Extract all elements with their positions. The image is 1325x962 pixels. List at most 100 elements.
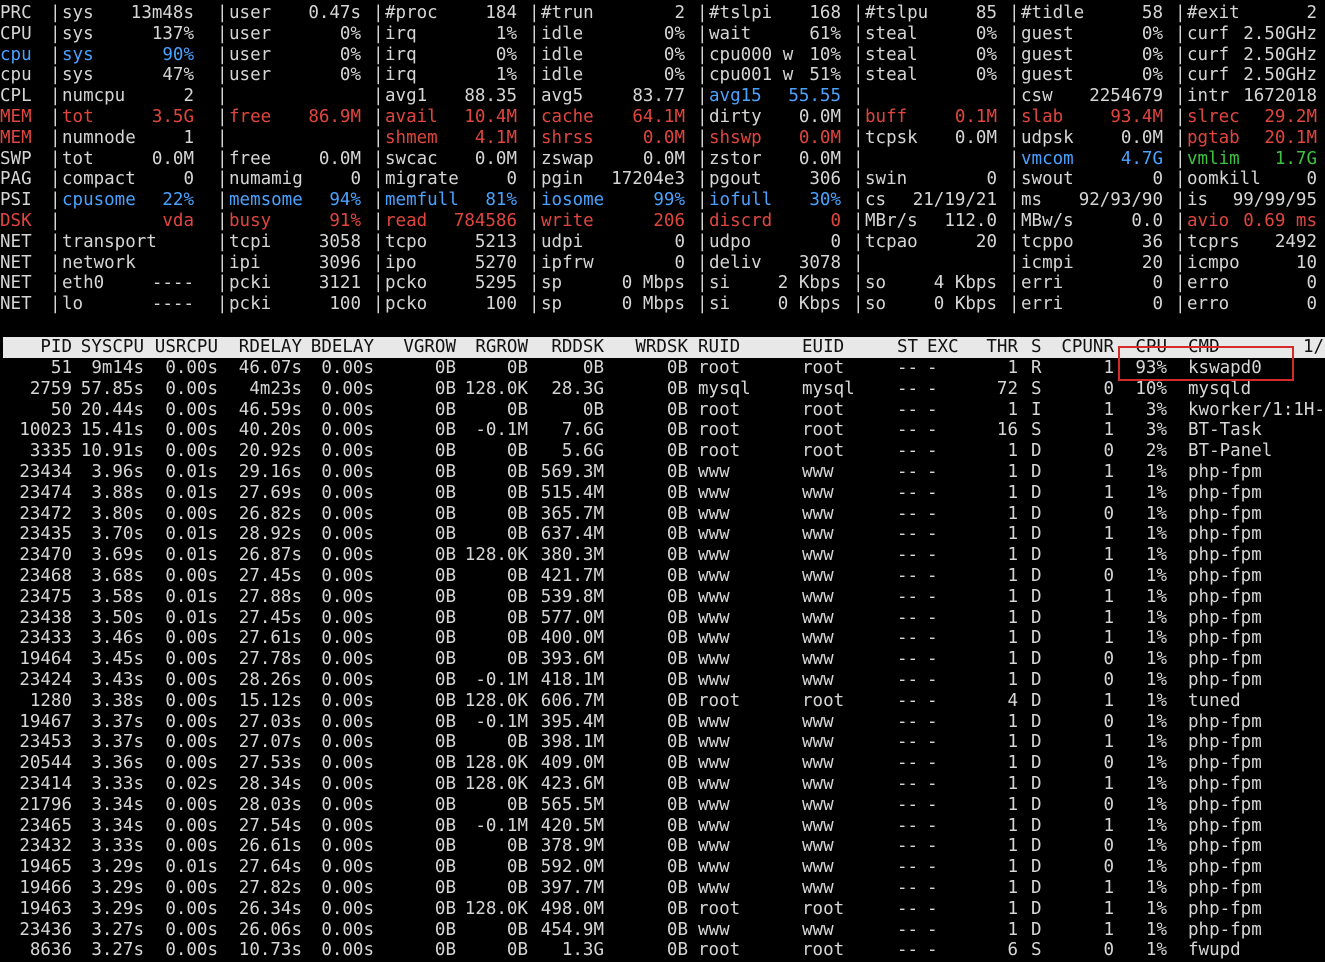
process-cpu: 10%: [1135, 378, 1167, 399]
process-row[interactable]: 10023 15.41s 0.00s 40.20s 0.00s 0B -0.1M 7.6G 0B…: [0, 420, 1325, 441]
process-ruid: www: [698, 649, 730, 670]
metric-cell: | swcac 0.0M: [373, 149, 525, 170]
process-ruid: www: [698, 753, 730, 774]
metric-value: 0: [1152, 169, 1163, 190]
process-row[interactable]: 23468 3.68s 0.00s 27.45s 0.00s 0B 0B 421.7M 0B ww…: [0, 566, 1325, 587]
process-cmd: php-fpm: [1188, 628, 1262, 649]
process-row[interactable]: 23474 3.88s 0.01s 27.69s 0.00s 0B 0B 515.4M 0B ww…: [0, 483, 1325, 504]
process-row[interactable]: 23424 3.43s 0.00s 28.26s 0.00s 0B -0.1M 418.1M 0…: [0, 670, 1325, 691]
metric-value: 0.0M: [1120, 127, 1163, 148]
process-row[interactable]: 21796 3.34s 0.00s 28.03s 0.00s 0B 0B 565.5M 0B ww…: [0, 795, 1325, 816]
metric-cell: | pcko 5295: [373, 273, 525, 294]
column-separator: |: [50, 252, 61, 273]
metric-value: vda: [162, 211, 194, 231]
metric-value: 306: [809, 169, 841, 190]
process-row[interactable]: 23453 3.37s 0.00s 27.07s 0.00s 0B 0B 398.1M 0B ww…: [0, 732, 1325, 753]
process-row[interactable]: 23435 3.70s 0.01s 28.92s 0.00s 0B 0B 637.4M 0B ww…: [0, 524, 1325, 545]
process-wrdsk: 0B: [666, 857, 688, 878]
column-header-wrdsk[interactable]: WRDSK: [488, 337, 688, 358]
process-cpu: 1%: [1145, 649, 1167, 670]
process-ruid: root: [698, 358, 741, 378]
process-row[interactable]: 8636 3.27s 0.00s 10.73s 0.00s 0B 0B 1.3G 0B root r…: [0, 940, 1325, 961]
process-row[interactable]: 19463 3.29s 0.00s 26.34s 0.00s 0B 128.0K 498.0M…: [0, 899, 1325, 920]
metric-value: 0%: [339, 44, 361, 65]
metric-cell: | memfull 81%: [373, 190, 525, 211]
metric-value: 0 Mbps: [621, 273, 685, 294]
process-ruid: www: [698, 836, 730, 857]
process-wrdsk: 0B: [666, 794, 688, 815]
metric-value: 168: [809, 3, 841, 23]
process-row[interactable]: 23432 3.33s 0.00s 26.61s 0.00s 0B 0B 378.9M 0B ww…: [0, 836, 1325, 857]
metric-value: 0.47s: [308, 3, 361, 23]
metric-cell: | erri 0: [1009, 294, 1171, 315]
metric-cell: | tcprs 2492: [1175, 232, 1325, 253]
metric-cell: | #tslpi 168: [697, 3, 849, 24]
process-row[interactable]: 23475 3.58s 0.01s 27.88s 0.00s 0B 0B 539.8M 0B ww…: [0, 587, 1325, 608]
system-row-label: NET: [0, 294, 32, 315]
metric-cell: | idle 0%: [529, 24, 693, 45]
process-wrdsk: 0B: [666, 732, 688, 753]
process-cmd: php-fpm: [1188, 794, 1262, 815]
process-cpu: 1%: [1145, 940, 1167, 961]
metric-value: 0: [1152, 273, 1163, 294]
metric-cell: | tcpsk 0.0M: [853, 128, 1005, 149]
metric-cell: | read 784586: [373, 211, 525, 232]
metric-cell: | so 0 Kbps: [853, 294, 1005, 315]
process-row[interactable]: 19466 3.29s 0.00s 27.82s 0.00s 0B 0B 397.7M 0B ww…: [0, 878, 1325, 899]
column-separator: |: [217, 127, 228, 148]
process-ruid: www: [698, 545, 730, 566]
metric-cell: | sp 0 Mbps: [529, 294, 693, 315]
metric-value: 29.2M: [1264, 107, 1317, 127]
system-row: DSK | vda | busy 91% | read 784586 | write 206 | disc…: [0, 211, 1325, 232]
metric-cell: | MBr/s 112.0: [853, 211, 1005, 232]
process-row[interactable]: 19467 3.37s 0.00s 27.03s 0.00s 0B -0.1M 395.4M 0…: [0, 712, 1325, 733]
process-row[interactable]: 20544 3.36s 0.00s 27.53s 0.00s 0B 128.0K 409.0M…: [0, 753, 1325, 774]
process-row[interactable]: 23470 3.69s 0.01s 26.87s 0.00s 0B 128.0K 380.3M…: [0, 545, 1325, 566]
process-row[interactable]: 2759 57.85s 0.00s 4m23s 0.00s 0B 128.0K 28.3G 0B…: [0, 379, 1325, 400]
process-cpu: 1%: [1145, 586, 1167, 607]
system-row: cpu | sys 90% | user 0% | irq 0% | idle 0% | cpu000 w1…: [0, 45, 1325, 66]
process-row[interactable]: 19464 3.45s 0.00s 27.78s 0.00s 0B 0B 393.6M 0B ww…: [0, 649, 1325, 670]
process-ruid: mysql: [698, 378, 751, 399]
process-cmd: php-fpm: [1188, 878, 1262, 898]
metric-cell: | free 86.9M: [217, 107, 369, 128]
metric-cell: | #tslpu 85: [853, 3, 1005, 24]
metric-value: 47%: [162, 65, 194, 86]
process-row[interactable]: 19465 3.29s 0.01s 27.64s 0.00s 0B 0B 592.0M 0B ww…: [0, 857, 1325, 878]
process-wrdsk: 0B: [666, 690, 688, 711]
metric-cell: | transport: [50, 232, 202, 253]
process-row[interactable]: 23438 3.50s 0.01s 27.45s 0.00s 0B 0B 577.0M 0B ww…: [0, 608, 1325, 629]
metric-value: 0: [1306, 273, 1317, 294]
metric-value: 2.50GHz: [1243, 23, 1317, 44]
process-row[interactable]: 23436 3.27s 0.00s 26.06s 0.00s 0B 0B 454.9M 0B ww…: [0, 920, 1325, 941]
metric-value: 0: [1306, 169, 1317, 190]
metric-value: 0%: [663, 65, 685, 86]
process-row[interactable]: 1280 3.38s 0.00s 15.12s 0.00s 0B 128.0K 606.7M 0…: [0, 691, 1325, 712]
column-header-ruid[interactable]: RUID: [698, 337, 740, 358]
process-ruid: www: [698, 503, 730, 524]
process-ruid: www: [698, 794, 730, 815]
process-wrdsk: 0B: [666, 462, 688, 482]
process-row[interactable]: 23434 3.96s 0.01s 29.16s 0.00s 0B 0B 569.3M 0B ww…: [0, 462, 1325, 483]
metric-cell: | si 2 Kbps: [697, 273, 849, 294]
metric-value: 0%: [663, 44, 685, 65]
metric-value: 1.7G: [1274, 148, 1317, 169]
process-row[interactable]: 50 20.44s 0.00s 46.59s 0.00s 0B 0B 0B 0B root root…: [0, 400, 1325, 421]
metric-cell: | pgtab 20.1M: [1175, 128, 1325, 149]
process-row[interactable]: 23472 3.80s 0.00s 26.82s 0.00s 0B 0B 365.7M 0B ww…: [0, 504, 1325, 525]
system-row-label: MEM: [0, 127, 32, 148]
metric-cell: | iofull 30%: [697, 190, 849, 211]
process-row[interactable]: 23433 3.46s 0.00s 27.61s 0.00s 0B 0B 400.0M 0B ww…: [0, 628, 1325, 649]
process-row[interactable]: 23414 3.33s 0.02s 28.34s 0.00s 0B 128.0K 423.6M…: [0, 774, 1325, 795]
process-row[interactable]: 23465 3.34s 0.00s 27.54s 0.00s 0B -0.1M 420.5M 0…: [0, 816, 1325, 837]
system-row-label: cpu: [0, 65, 32, 86]
metric-cell: | guest 0%: [1009, 65, 1171, 86]
metric-cell: | guest 0%: [1009, 24, 1171, 45]
process-cpu: 3%: [1145, 420, 1167, 441]
metric-key: network: [62, 252, 136, 273]
process-row[interactable]: 3335 10.91s 0.00s 20.92s 0.00s 0B 0B 5.6G 0B root…: [0, 441, 1325, 462]
metric-cell: | sys 137%: [50, 24, 202, 45]
process-cmd: kworker/1:1H-: [1188, 399, 1325, 420]
process-ruid: www: [698, 711, 730, 732]
system-row: cpu | sys 47% | user 0% | irq 1% | idle 0% | cpu001 w5…: [0, 65, 1325, 86]
